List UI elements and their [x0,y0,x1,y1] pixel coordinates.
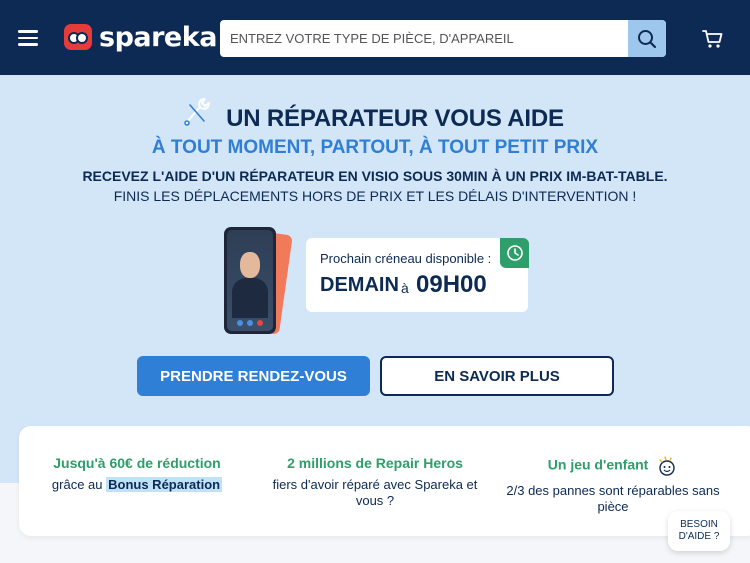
clock-icon [506,245,523,261]
bonus-link[interactable]: Bonus Réparation [106,477,223,492]
learn-more-button[interactable]: EN SAVOIR PLUS [380,356,614,396]
phone-illustration [224,227,276,334]
next-slot-connector: à [401,280,409,296]
smiley-icon [659,456,675,476]
book-appointment-button[interactable]: PRENDRE RENDEZ-VOUS [137,356,370,396]
hero-title: UN RÉPARATEUR VOUS AIDE [226,105,564,132]
search-bar [220,20,666,57]
menu-icon[interactable] [18,30,38,46]
search-input[interactable] [220,20,628,57]
hero-line-1: RECEVEZ L'AIDE D'UN RÉPARATEUR EN VISIO … [82,168,668,184]
next-slot-time: 09H00 [416,271,487,298]
site-header: spareka [0,0,750,75]
logo-text: spareka [99,21,217,53]
feature-title: Un jeu d'enfant [503,455,723,477]
cart-icon[interactable] [702,28,724,50]
search-button[interactable] [628,20,666,57]
feature-title: 2 millions de Repair Heros [287,455,463,471]
feature-easy: Un jeu d'enfant 2/3 des pannes sont répa… [503,455,723,515]
feature-repair-heros: 2 millions de Repair Heros fiers d'avoir… [265,455,485,509]
feature-discount: Jusqu'à 60€ de réduction grâce au Bonus … [27,455,247,493]
clock-badge [500,238,529,268]
hero-subtitle: À TOUT MOMENT, PARTOUT, À TOUT PETIT PRI… [151,137,599,158]
logo[interactable]: spareka [64,21,217,53]
repairer-avatar [240,252,260,278]
feature-text: fiers d'avoir réparé avec Spareka et vou… [272,477,478,508]
next-slot-card: Prochain créneau disponible : DEMAIN à 0… [306,238,528,312]
next-slot-label: Prochain créneau disponible : [320,251,492,266]
hero-line-2: FINIS LES DÉPLACEMENTS HORS DE PRIX ET L… [113,188,637,204]
feature-title: Jusqu'à 60€ de réduction [53,455,221,471]
search-icon [638,29,657,48]
logo-mark-icon [64,24,92,50]
next-slot-day: DEMAIN [320,274,399,296]
video-call-screen [227,230,273,331]
features-card: Jusqu'à 60€ de réduction grâce au Bonus … [19,426,750,536]
help-button[interactable]: BESOIN D'AIDE ? [668,511,730,551]
feature-text: grâce au Bonus Réparation [51,477,223,492]
